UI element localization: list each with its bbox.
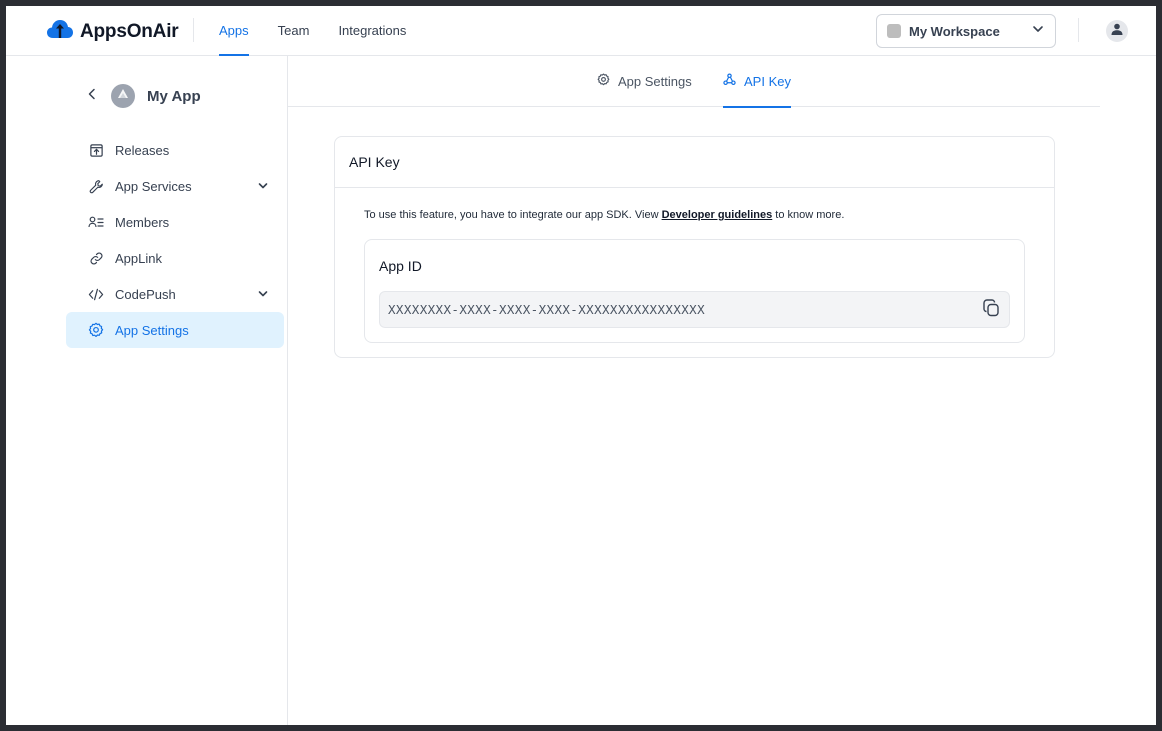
tab-api-key[interactable]: API Key [723, 56, 791, 108]
workspace-label: My Workspace [909, 23, 1000, 39]
tab-app-settings[interactable]: App Settings [597, 56, 692, 107]
divider [1078, 18, 1079, 42]
sidebar-item-label: AppLink [115, 250, 162, 266]
sidebar-item-label: App Services [115, 178, 192, 194]
gear-icon [88, 322, 104, 338]
chevron-down-icon [1031, 22, 1045, 41]
sidebar-item-label: Members [115, 214, 170, 230]
copy-icon [981, 298, 1001, 323]
key-icon [723, 73, 736, 91]
top-bar: AppsOnAir Apps Team Integrations My Work… [6, 6, 1156, 56]
chevron-down-icon[interactable] [256, 287, 270, 301]
desc-suffix: to know more. [772, 209, 845, 221]
api-key-card: API Key To use this feature, you have to… [334, 136, 1055, 358]
chevron-down-icon[interactable] [256, 179, 270, 193]
sidebar-item-label: App Settings [115, 322, 189, 338]
user-icon [1110, 22, 1124, 41]
sidebar-item-app-settings[interactable]: App Settings [66, 312, 284, 348]
app-header: My App [84, 84, 201, 108]
app-id-card: App ID XXXXXXXX-XXXX-XXXX-XXXX-XXXXXXXXX… [364, 239, 1025, 343]
link-icon [88, 250, 104, 266]
workspace-select[interactable]: My Workspace [876, 14, 1056, 48]
back-button[interactable] [84, 88, 100, 104]
wrench-icon [88, 178, 104, 194]
app-name: My App [147, 87, 201, 105]
brand-logo[interactable]: AppsOnAir [46, 18, 179, 45]
copy-button[interactable] [981, 298, 1001, 323]
card-title: API Key [349, 154, 400, 170]
sidebar-item-codepush[interactable]: CodePush [66, 276, 284, 312]
card-header: API Key [335, 137, 1054, 188]
desc-prefix: To use this feature, you have to integra… [364, 209, 662, 221]
gear-icon [597, 72, 610, 91]
upload-box-icon [88, 142, 104, 158]
app-avatar [111, 84, 135, 108]
sidebar-item-app-services[interactable]: App Services [66, 168, 284, 204]
sidebar-item-label: CodePush [115, 286, 176, 302]
sidebar-menu: Releases App Services Members AppLink Co… [66, 132, 284, 348]
app-logo-icon [116, 87, 130, 106]
nav-team[interactable]: Team [278, 6, 310, 56]
top-nav: Apps Team Integrations [219, 6, 406, 56]
chevron-left-icon [86, 87, 98, 105]
nav-integrations[interactable]: Integrations [338, 6, 406, 56]
developer-guidelines-link[interactable]: Developer guidelines [662, 209, 773, 221]
workspace-swatch [887, 24, 901, 38]
sidebar-item-applink[interactable]: AppLink [66, 240, 284, 276]
card-description: To use this feature, you have to integra… [364, 209, 844, 221]
app-id-field[interactable]: XXXXXXXX-XXXX-XXXX-XXXX-XXXXXXXXXXXXXXXX [379, 291, 1010, 328]
sidebar-item-releases[interactable]: Releases [66, 132, 284, 168]
members-icon [88, 214, 104, 230]
nav-apps[interactable]: Apps [219, 6, 249, 56]
user-avatar[interactable] [1106, 20, 1128, 42]
app-window: AppsOnAir Apps Team Integrations My Work… [6, 6, 1156, 725]
sidebar-item-label: Releases [115, 142, 170, 158]
tab-label: App Settings [618, 74, 692, 89]
divider [193, 18, 194, 42]
code-icon [88, 286, 104, 302]
app-id-title: App ID [379, 258, 422, 274]
cloud-upload-icon [46, 18, 74, 45]
app-id-value: XXXXXXXX-XXXX-XXXX-XXXX-XXXXXXXXXXXXXXXX [388, 302, 706, 317]
sidebar-item-members[interactable]: Members [66, 204, 284, 240]
settings-tabs: App Settings API Key [288, 56, 1100, 108]
tab-label: API Key [744, 74, 791, 89]
brand-name: AppsOnAir [80, 20, 179, 42]
sidebar: My App Releases App Services Members App… [6, 56, 288, 725]
